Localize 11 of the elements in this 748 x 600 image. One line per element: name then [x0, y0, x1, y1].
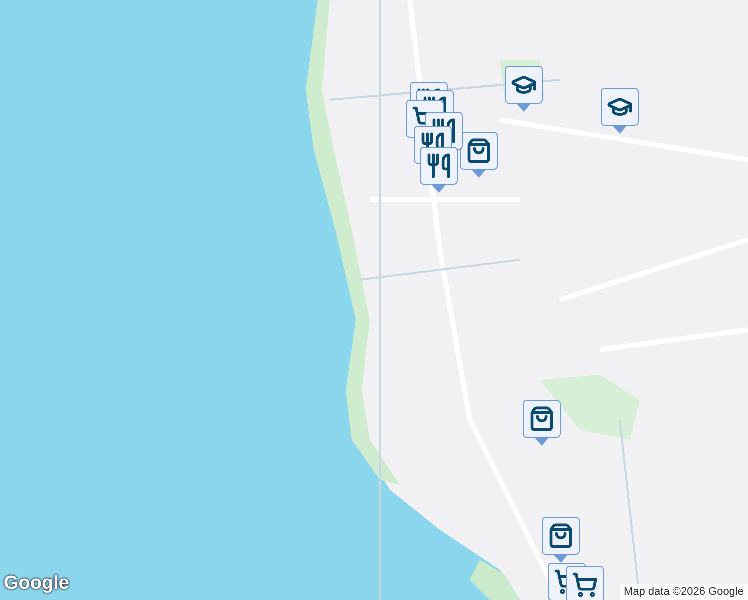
map-marker[interactable] — [523, 400, 561, 446]
map-marker[interactable] — [505, 66, 543, 112]
bag-icon — [529, 406, 555, 432]
map-marker[interactable] — [542, 517, 580, 563]
google-logo: Google — [4, 572, 70, 596]
bag-icon — [548, 523, 574, 549]
bag-icon — [466, 138, 492, 164]
map-marker[interactable] — [601, 88, 639, 134]
map-marker[interactable] — [460, 132, 498, 178]
map-attribution: Map data ©2026 Google — [620, 584, 748, 600]
marker-cluster-drawing[interactable] — [548, 563, 604, 600]
